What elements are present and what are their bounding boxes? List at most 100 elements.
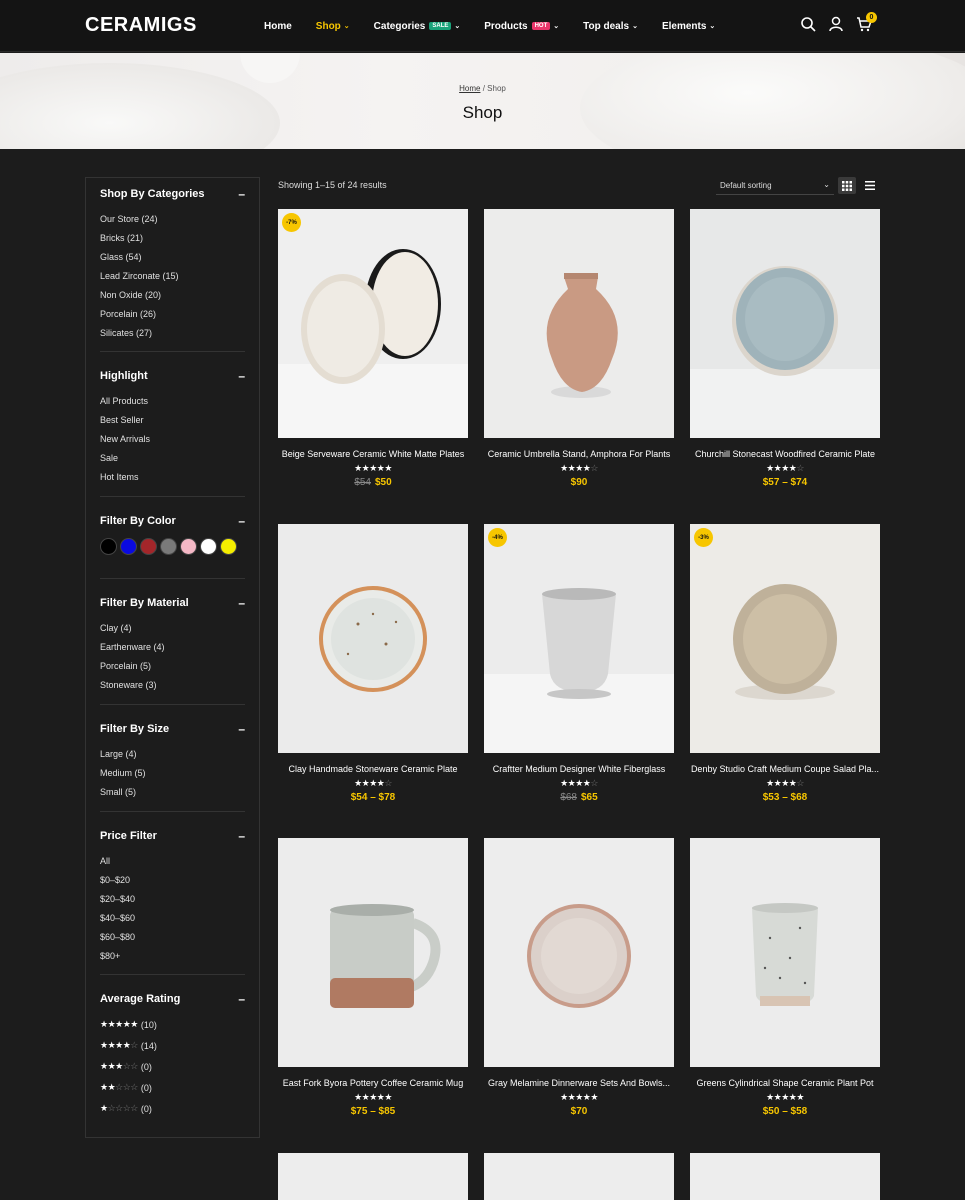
rating-filter-link[interactable]: ★★★★★ (10) — [100, 1014, 245, 1035]
product-price: $75 – $85 — [278, 1106, 468, 1117]
product-card[interactable] — [484, 1153, 674, 1200]
color-swatch[interactable] — [180, 538, 197, 555]
highlight-link[interactable]: All Products — [100, 392, 245, 411]
material-filter-link[interactable]: Porcelain (5) — [100, 657, 245, 676]
nav-item-shop[interactable]: Shop ⌄ — [316, 21, 350, 32]
color-swatch[interactable] — [120, 538, 137, 555]
product-card[interactable]: Gray Melamine Dinnerware Sets And Bowls.… — [484, 838, 674, 1117]
size-filter-link[interactable]: Small (5) — [100, 783, 245, 802]
search-icon[interactable] — [800, 16, 818, 34]
collapse-icon[interactable]: – — [238, 722, 245, 736]
product-name[interactable]: Greens Cylindrical Shape Ceramic Plant P… — [690, 1078, 880, 1088]
product-name[interactable]: Clay Handmade Stoneware Ceramic Plate — [278, 764, 468, 774]
product-image[interactable] — [278, 838, 468, 1067]
breadcrumb-separator: / — [482, 84, 485, 93]
product-image[interactable] — [690, 838, 880, 1067]
product-image[interactable] — [690, 1153, 880, 1200]
collapse-icon[interactable]: – — [238, 514, 245, 528]
rating-filter-link[interactable]: ★★★☆☆ (0) — [100, 1056, 245, 1077]
product-image[interactable] — [278, 524, 468, 753]
user-icon[interactable] — [828, 16, 846, 34]
site-logo[interactable]: CERAMIGS — [85, 14, 197, 37]
list-view-button[interactable] — [861, 177, 879, 194]
product-card[interactable] — [690, 1153, 880, 1200]
product-name[interactable]: Gray Melamine Dinnerware Sets And Bowls.… — [484, 1078, 674, 1088]
size-filter-link[interactable]: Medium (5) — [100, 764, 245, 783]
price-filter-link[interactable]: $60–$80 — [100, 928, 245, 947]
category-link[interactable]: Porcelain (26) — [100, 305, 245, 324]
color-swatch[interactable] — [100, 538, 117, 555]
nav-tag-badge: HOT — [531, 22, 551, 30]
product-name[interactable]: Ceramic Umbrella Stand, Amphora For Plan… — [484, 449, 674, 459]
nav-item-top-deals[interactable]: Top deals ⌄ — [583, 21, 638, 32]
nav-item-label: Shop — [315, 20, 341, 32]
product-card[interactable]: Clay Handmade Stoneware Ceramic Plate ★★★… — [278, 524, 468, 803]
color-swatch[interactable] — [140, 538, 157, 555]
rating-filter-link[interactable]: ★★☆☆☆ (0) — [100, 1077, 245, 1098]
material-filter-link[interactable]: Stoneware (3) — [100, 676, 245, 695]
highlight-link[interactable]: Best Seller — [100, 411, 245, 430]
material-filter-link[interactable]: Clay (4) — [100, 619, 245, 638]
collapse-icon[interactable]: – — [238, 369, 245, 383]
nav-item-products[interactable]: Products HOT ⌄ — [484, 21, 559, 32]
size-list: Large (4) Medium (5) Small (5) — [100, 745, 245, 802]
material-title: Filter By Material — [100, 597, 189, 609]
cart-icon[interactable]: 0 — [856, 12, 877, 34]
price-filter-link[interactable]: $20–$40 — [100, 890, 245, 909]
product-image[interactable]: -3% — [690, 524, 880, 753]
product-current-price: $54 – $78 — [350, 792, 396, 803]
product-card[interactable] — [278, 1153, 468, 1200]
collapse-icon[interactable]: – — [238, 596, 245, 610]
product-name[interactable]: Craftter Medium Designer White Fiberglas… — [484, 764, 674, 774]
color-swatch[interactable] — [200, 538, 217, 555]
product-card[interactable]: Churchill Stonecast Woodfired Ceramic Pl… — [690, 209, 880, 488]
nav-item-categories[interactable]: Categories SALE ⌄ — [374, 21, 461, 32]
rating-filter-link[interactable]: ★★★★☆ (14) — [100, 1035, 245, 1056]
category-link[interactable]: Lead Zirconate (15) — [100, 267, 245, 286]
product-name[interactable]: Churchill Stonecast Woodfired Ceramic Pl… — [690, 449, 880, 459]
product-image[interactable]: -4% — [484, 524, 674, 753]
product-image[interactable] — [484, 209, 674, 438]
main-nav: Home Shop ⌄ Categories SALE ⌄ Products HOT ⌄ Top … — [264, 0, 739, 52]
product-name[interactable]: Denby Studio Craft Medium Coupe Salad Pl… — [690, 764, 880, 774]
product-image[interactable] — [690, 209, 880, 438]
product-card[interactable]: -4% Craftter Medium Designer White Fiberg… — [484, 524, 674, 803]
color-swatch[interactable] — [160, 538, 177, 555]
grid-view-button[interactable] — [838, 177, 856, 194]
highlight-link[interactable]: Sale — [100, 449, 245, 468]
product-name[interactable]: Beige Serveware Ceramic White Matte Plat… — [278, 449, 468, 459]
breadcrumb-home-link[interactable]: Home — [459, 84, 480, 93]
collapse-icon[interactable]: – — [238, 187, 245, 201]
category-link[interactable]: Non Oxide (20) — [100, 286, 245, 305]
product-image[interactable] — [484, 1153, 674, 1200]
rating-filter-link[interactable]: ★☆☆☆☆ (0) — [100, 1098, 245, 1119]
price-filter-link[interactable]: $80+ — [100, 947, 245, 966]
material-filter-link[interactable]: Earthenware (4) — [100, 638, 245, 657]
product-image[interactable] — [484, 838, 674, 1067]
category-link[interactable]: Glass (54) — [100, 248, 245, 267]
price-filter-link[interactable]: $40–$60 — [100, 909, 245, 928]
product-name[interactable]: East Fork Byora Pottery Coffee Ceramic M… — [278, 1078, 468, 1088]
collapse-icon[interactable]: – — [238, 829, 245, 843]
price-filter-link[interactable]: $0–$20 — [100, 871, 245, 890]
color-swatch[interactable] — [220, 538, 237, 555]
product-card[interactable]: Ceramic Umbrella Stand, Amphora For Plan… — [484, 209, 674, 488]
product-card[interactable]: East Fork Byora Pottery Coffee Ceramic M… — [278, 838, 468, 1117]
size-filter-link[interactable]: Large (4) — [100, 745, 245, 764]
nav-item-home[interactable]: Home — [264, 21, 292, 32]
product-card[interactable]: -7% Beige Serveware Ceramic White Matte P… — [278, 209, 468, 488]
highlight-link[interactable]: New Arrivals — [100, 430, 245, 449]
nav-item-elements[interactable]: Elements ⌄ — [662, 21, 715, 32]
collapse-icon[interactable]: – — [238, 992, 245, 1006]
product-image[interactable]: -7% — [278, 209, 468, 438]
product-card[interactable]: -3% Denby Studio Craft Medium Coupe Salad… — [690, 524, 880, 803]
category-link[interactable]: Our Store (24) — [100, 210, 245, 229]
category-link[interactable]: Silicates (27) — [100, 324, 245, 343]
price-filter-link[interactable]: All — [100, 852, 245, 871]
highlight-link[interactable]: Hot Items — [100, 468, 245, 487]
category-link[interactable]: Bricks (21) — [100, 229, 245, 248]
banner-cup-image — [240, 53, 300, 83]
product-card[interactable]: Greens Cylindrical Shape Ceramic Plant P… — [690, 838, 880, 1117]
product-image[interactable] — [278, 1153, 468, 1200]
sort-select[interactable]: Default sorting ⌄ — [716, 177, 834, 195]
